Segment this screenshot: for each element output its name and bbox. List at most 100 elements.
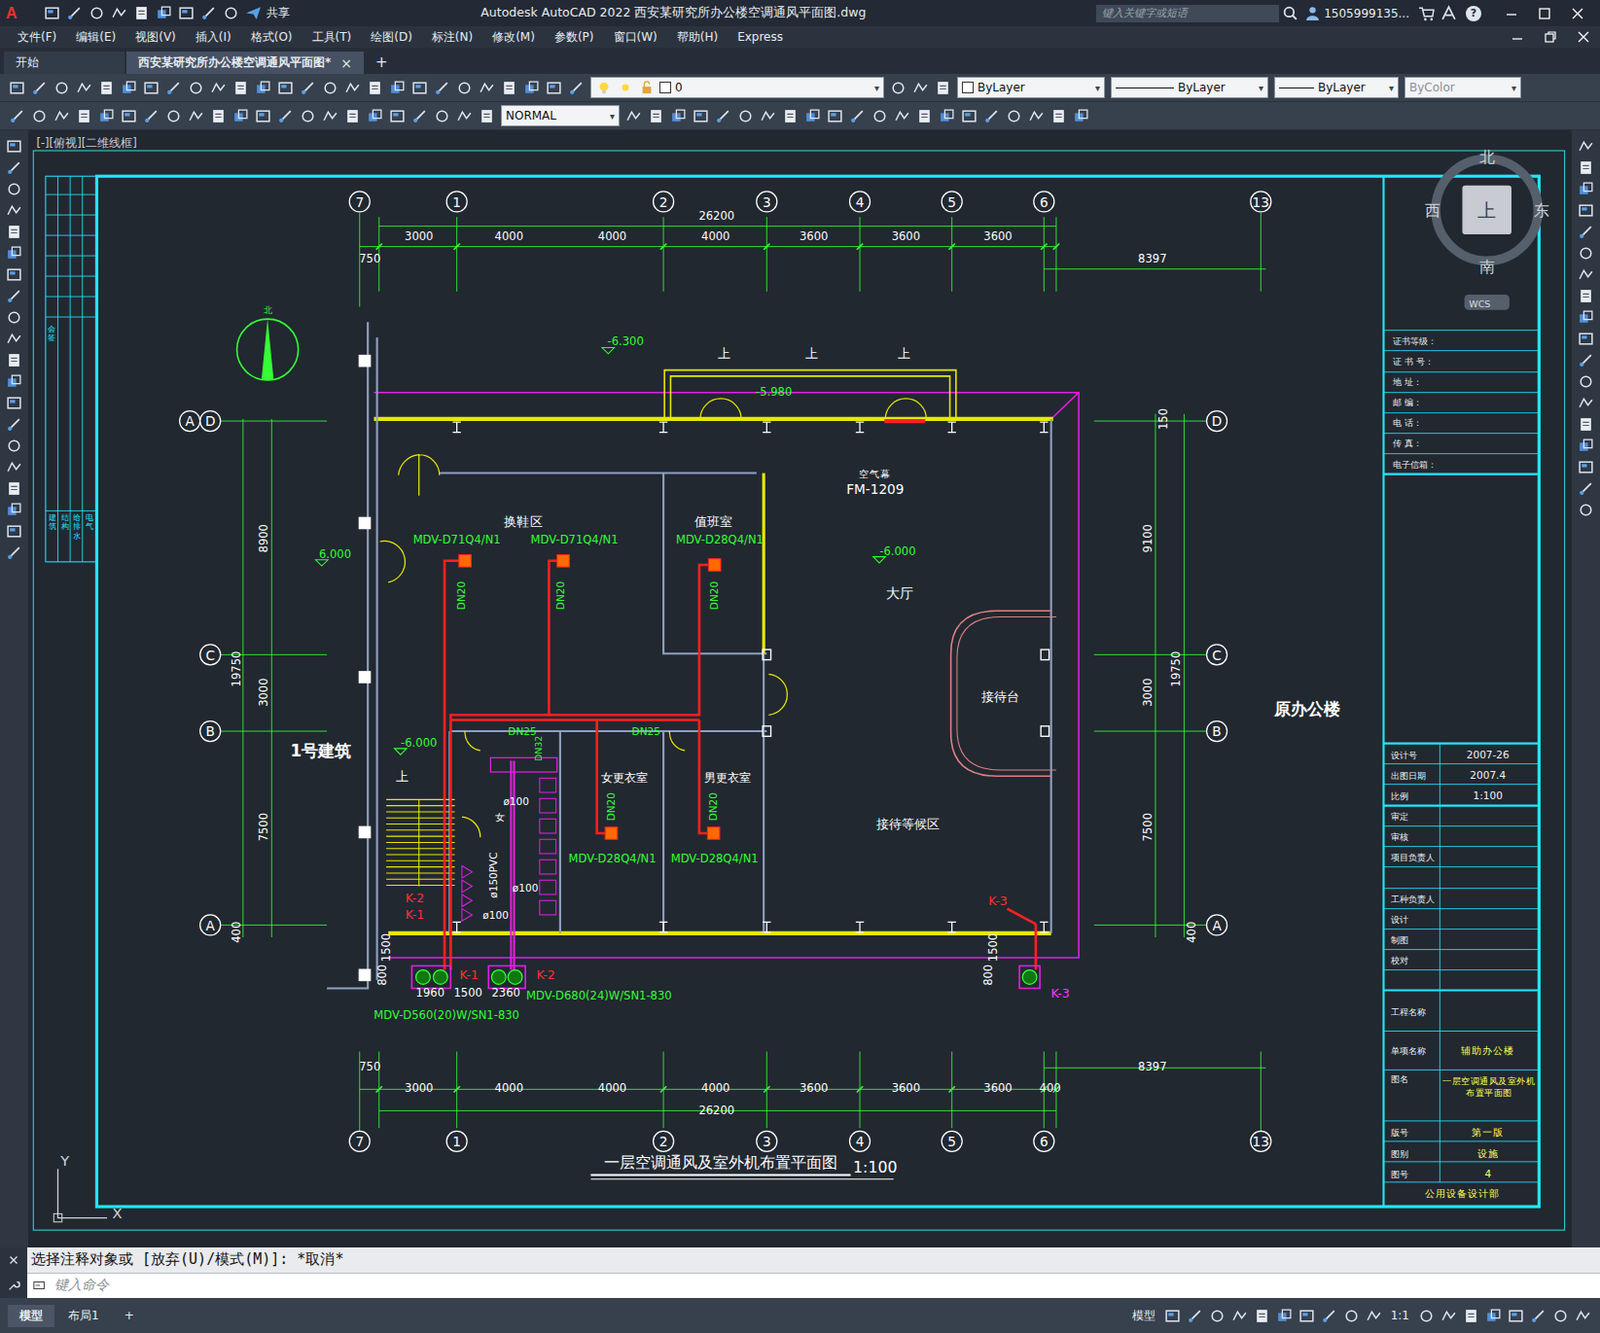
tool-icon[interactable] [98,79,115,97]
tool-icon[interactable] [983,107,1000,125]
wcs-button[interactable] [1464,294,1510,311]
tool-icon[interactable] [5,501,23,519]
tool-icon[interactable] [912,79,929,97]
tool-icon[interactable] [1577,287,1595,305]
tool-icon[interactable] [1577,501,1595,519]
tool-icon[interactable] [1574,1308,1592,1325]
tool-icon[interactable] [299,79,317,97]
tool-icon[interactable] [1577,416,1595,433]
tool-icon[interactable] [1298,1308,1316,1325]
tool-icon[interactable] [889,79,907,97]
tool-icon[interactable] [934,79,952,97]
tool-icon[interactable] [88,4,106,22]
tool-icon[interactable] [277,107,294,125]
tool-icon[interactable] [1577,180,1595,198]
tool-icon[interactable] [366,79,384,97]
tool-icon[interactable] [1577,202,1595,219]
tool-icon[interactable] [1365,1308,1383,1325]
text-style-dropdown[interactable]: NORMAL▾ [500,105,620,127]
tool-icon[interactable] [1577,394,1595,412]
tool-icon[interactable] [759,107,777,125]
tool-icon[interactable] [53,79,71,97]
lineweight-dropdown[interactable]: ByLayer▾ [1274,76,1399,99]
app-logo[interactable]: A [5,4,18,23]
tool-icon[interactable] [75,79,93,97]
tool-icon[interactable] [1164,1308,1181,1325]
layout-tab[interactable]: 模型 [7,1305,55,1328]
tool-icon[interactable] [5,416,23,433]
tool-icon[interactable] [625,107,642,125]
tool-icon[interactable] [1577,309,1595,326]
menu-item[interactable]: 插入(I) [185,29,242,46]
tool-icon[interactable] [1050,107,1067,125]
menu-item[interactable]: 编辑(E) [66,29,126,46]
tool-icon[interactable] [254,79,272,97]
tool-icon[interactable] [714,107,732,125]
menu-item[interactable]: 视图(V) [125,29,186,46]
menu-item[interactable]: 格式(O) [241,29,303,46]
tool-icon[interactable] [1577,138,1595,155]
tool-icon[interactable] [31,107,48,125]
tool-icon[interactable] [8,107,26,125]
search-field[interactable]: 键入关键字或短语 [1096,4,1280,23]
menu-item[interactable]: 工具(T) [302,29,362,46]
tool-icon[interactable] [647,107,665,125]
tool-icon[interactable] [5,159,23,177]
tool-icon[interactable] [1208,1308,1226,1325]
user-icon[interactable] [1304,4,1321,22]
tool-icon[interactable] [5,437,23,455]
tool-icon[interactable] [1005,107,1023,125]
tool-icon[interactable] [916,107,933,125]
tool-icon[interactable] [31,79,48,97]
cart-icon[interactable] [1418,4,1435,22]
command-input[interactable]: 键入命令 [27,1273,1600,1300]
share-icon[interactable] [245,4,262,22]
tool-icon[interactable] [1231,1308,1248,1325]
tool-icon[interactable] [5,180,23,198]
share-button[interactable]: 共享 [266,4,290,22]
tool-icon[interactable] [826,107,844,125]
linetype-dropdown[interactable]: ByLayer▾ [1110,76,1269,99]
tool-icon[interactable] [5,352,23,369]
compass[interactable]: 上北南西东WCS [1424,147,1551,311]
file-tab[interactable]: 西安某研究所办公楼空调通风平面图* × [126,51,364,74]
tool-icon[interactable] [456,79,473,97]
tool-icon[interactable] [53,107,71,125]
wrench-icon[interactable] [6,1279,21,1293]
tool-icon[interactable] [1577,330,1595,348]
tab-close-button[interactable]: × [340,55,353,72]
minimize-icon[interactable] [1503,5,1520,22]
tool-icon[interactable] [232,79,249,97]
tool-icon[interactable] [5,394,23,412]
tool-icon[interactable] [545,79,563,97]
layer-dropdown[interactable]: 0▾ [590,76,885,99]
tool-icon[interactable] [254,107,272,125]
tool-icon[interactable] [523,79,540,97]
doc-close-icon[interactable] [1575,29,1592,45]
tool-icon[interactable] [1552,1308,1569,1325]
prompt-icon[interactable] [33,1279,47,1293]
annotation-scale[interactable]: 1:1 [1385,1309,1416,1323]
layout-tab[interactable]: 布局1 [56,1305,111,1328]
tool-icon[interactable] [120,79,138,97]
tool-icon[interactable] [142,79,160,97]
help-button[interactable]: ? [1465,5,1482,22]
doc-minimize-icon[interactable] [1509,29,1526,45]
model-space-button[interactable]: 模型 [1126,1308,1162,1325]
tool-icon[interactable] [277,79,294,97]
tool-icon[interactable] [1253,1308,1271,1325]
menu-item[interactable]: 窗口(W) [604,29,668,46]
close-icon[interactable] [1569,5,1586,22]
tool-icon[interactable] [299,107,317,125]
tool-icon[interactable] [1028,107,1045,125]
viewport-label[interactable]: [-][俯视][二维线框] [35,136,137,150]
tool-icon[interactable] [1276,1308,1293,1325]
tool-icon[interactable] [1462,1308,1480,1325]
tool-icon[interactable] [1577,480,1595,498]
menu-item[interactable]: 修改(M) [482,29,545,46]
tool-icon[interactable] [187,79,205,97]
tool-icon[interactable] [960,107,978,125]
tool-icon[interactable] [222,4,240,22]
tool-icon[interactable] [1485,1308,1502,1325]
tool-icon[interactable] [133,4,150,22]
